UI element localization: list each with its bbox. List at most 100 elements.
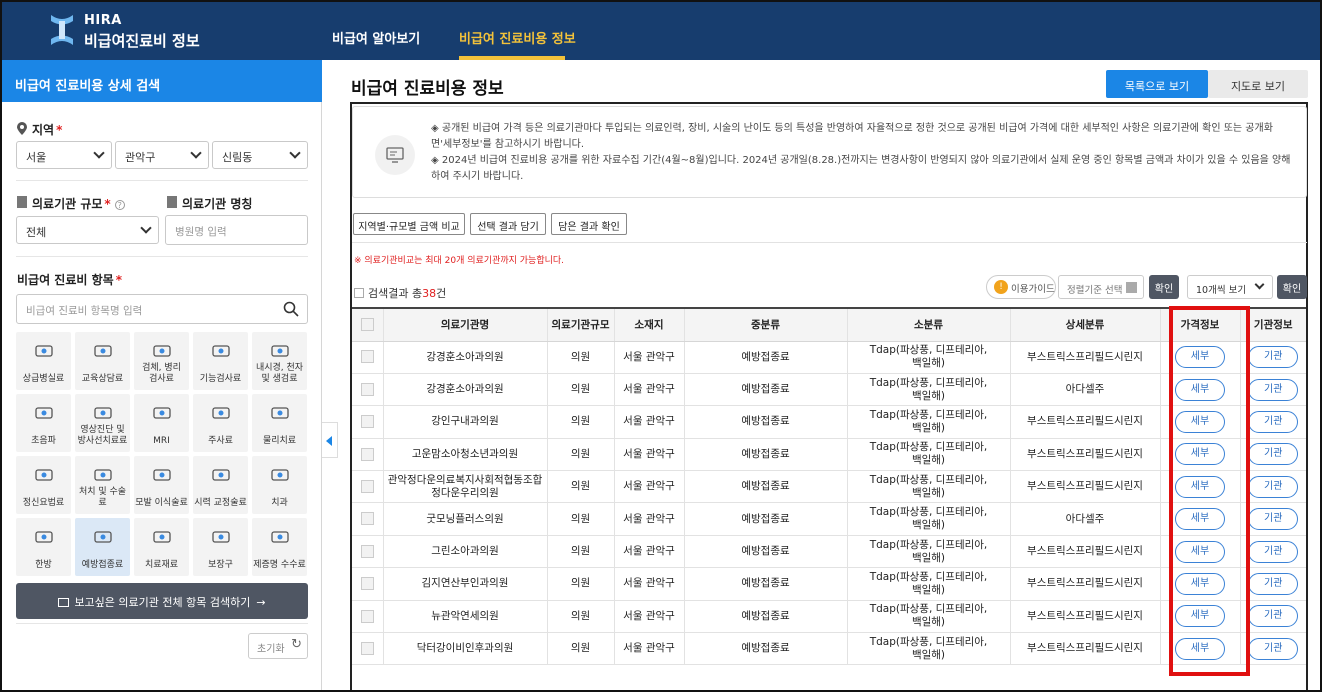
view-saved-button[interactable]: 담은 결과 확인 xyxy=(551,213,627,235)
mid-category: 예방접종료 xyxy=(683,567,847,601)
physio-icon xyxy=(269,403,291,423)
nav-nonbenefit-cost-info[interactable]: 비급여 진료비용 정보 xyxy=(459,28,576,47)
function-icon xyxy=(210,341,232,361)
category-radiology[interactable]: 영상진단 및 방사선치료료 xyxy=(75,394,130,452)
psych-icon xyxy=(33,465,55,485)
search-icon[interactable] xyxy=(283,301,299,317)
category-herb[interactable]: 한방 xyxy=(16,518,71,576)
search-all-items-button[interactable]: 보고싶은 의료기관 전체 항목 검색하기 → xyxy=(16,583,308,619)
surgery-icon xyxy=(92,465,114,485)
org-button[interactable]: 기관 xyxy=(1248,410,1299,433)
hospital-name: 굿모닝플러스의원 xyxy=(382,502,547,536)
category-certificate[interactable]: 제증명 수수료 xyxy=(252,518,307,576)
region-district-select[interactable]: 관악구 xyxy=(115,141,209,169)
list-icon xyxy=(354,288,364,298)
logo-main-text[interactable]: 비급여진료비 정보 xyxy=(84,30,200,51)
region-dong-select[interactable]: 신림동 xyxy=(212,141,308,169)
sidebar-collapse-toggle[interactable] xyxy=(322,422,338,458)
category-material[interactable]: 치료재료 xyxy=(134,518,189,576)
org-button[interactable]: 기관 xyxy=(1248,443,1299,466)
row-select-cell[interactable] xyxy=(352,405,383,439)
category-lab[interactable]: 검체, 병리 검사료 xyxy=(134,332,189,390)
sub-category: Tdap(파상풍, 디프테리아, 백일해) xyxy=(846,567,1010,601)
wheelchair-icon xyxy=(210,527,232,547)
category-vaccine[interactable]: 예방접종료 xyxy=(75,518,130,576)
map-view-button[interactable]: 지도로 보기 xyxy=(1208,70,1308,98)
help-icon[interactable]: ? xyxy=(114,200,125,210)
scale-select[interactable]: 전체 xyxy=(16,216,159,244)
per-page-confirm-button[interactable]: 확인 xyxy=(1277,275,1307,299)
detail-category: 부스트릭스프리필드시린지 xyxy=(1009,341,1160,374)
category-label: 처치 및 수술료 xyxy=(78,487,127,508)
org-button[interactable]: 기관 xyxy=(1248,508,1299,531)
sort-confirm-button[interactable]: 확인 xyxy=(1149,275,1179,299)
category-counsel[interactable]: 교육상담료 xyxy=(75,332,130,390)
row-checkbox[interactable] xyxy=(360,577,374,591)
compare-by-region-button[interactable]: 지역별·규모별 금액 비교 xyxy=(353,213,465,235)
category-label: 물리치료 xyxy=(262,436,297,446)
row-select-cell[interactable] xyxy=(352,567,383,601)
org-button[interactable]: 기관 xyxy=(1248,637,1299,660)
row-checkbox[interactable] xyxy=(360,415,374,429)
category-eye[interactable]: 시력 교정술료 xyxy=(193,456,248,514)
info-icon: ! xyxy=(994,280,1008,294)
row-select-cell[interactable] xyxy=(352,632,383,666)
category-function[interactable]: 기능검사료 xyxy=(193,332,248,390)
row-checkbox[interactable] xyxy=(360,382,374,396)
mri-icon xyxy=(151,403,173,423)
row-checkbox[interactable] xyxy=(360,512,374,526)
row-select-cell[interactable] xyxy=(352,502,383,536)
org-button[interactable]: 기관 xyxy=(1248,475,1299,498)
row-select-cell[interactable] xyxy=(352,470,383,504)
row-select-cell[interactable] xyxy=(352,600,383,634)
location-pin-icon xyxy=(17,122,27,135)
region-city-select[interactable]: 서울 xyxy=(16,141,112,169)
notice-text-2: ◈ 2024년 비급여 진료비용 공개를 위한 자료수집 기간(4월~8월)입니… xyxy=(431,155,1291,182)
row-checkbox[interactable] xyxy=(360,350,374,364)
row-select-cell[interactable] xyxy=(352,341,383,374)
sort-select[interactable]: 정렬기준 선택 xyxy=(1058,275,1144,299)
hospital-name-input[interactable]: 병원명 입력 xyxy=(165,215,308,245)
region-label: 지역 * xyxy=(32,123,63,137)
org-button[interactable]: 기관 xyxy=(1248,378,1299,401)
per-page-select[interactable]: 10개씩 보기 xyxy=(1187,275,1273,299)
add-selection-button[interactable]: 선택 결과 담기 xyxy=(470,213,546,235)
item-search-input[interactable]: 비급여 진료비 항목명 입력 xyxy=(16,294,308,324)
nav-nonbenefit-overview[interactable]: 비급여 알아보기 xyxy=(332,28,420,47)
select-all-checkbox[interactable] xyxy=(360,318,374,332)
category-surgery[interactable]: 처치 및 수술료 xyxy=(75,456,130,514)
category-ultrasound[interactable]: 초음파 xyxy=(16,394,71,452)
category-tooth[interactable]: 치과 xyxy=(252,456,307,514)
row-checkbox[interactable] xyxy=(360,609,374,623)
table-row: 김지연산부인과의원 의원 서울 관악구 예방접종료 Tdap(파상풍, 디프테리아, 백… xyxy=(352,567,1306,601)
category-psych[interactable]: 정신요법료 xyxy=(16,456,71,514)
row-select-cell[interactable] xyxy=(352,438,383,472)
row-select-cell[interactable] xyxy=(352,373,383,407)
category-injection[interactable]: 주사료 xyxy=(193,394,248,452)
building-icon xyxy=(17,196,27,208)
row-select-cell[interactable] xyxy=(352,535,383,569)
category-physio[interactable]: 물리치료 xyxy=(252,394,307,452)
category-wheelchair[interactable]: 보장구 xyxy=(193,518,248,576)
org-button[interactable]: 기관 xyxy=(1248,605,1299,628)
row-checkbox[interactable] xyxy=(360,447,374,461)
hospital-scale: 의원 xyxy=(546,632,614,666)
hospital-scale: 의원 xyxy=(546,438,614,472)
row-checkbox[interactable] xyxy=(360,480,374,493)
category-hair[interactable]: 모발 이식술료 xyxy=(134,456,189,514)
row-checkbox[interactable] xyxy=(360,641,374,655)
category-bed[interactable]: 상급병실료 xyxy=(16,332,71,390)
reset-button[interactable]: 초기화 ↻ xyxy=(248,633,308,659)
category-mri[interactable]: MRI xyxy=(134,394,189,452)
select-all-header[interactable] xyxy=(352,307,383,342)
list-view-button[interactable]: 목록으로 보기 xyxy=(1106,70,1208,98)
category-label: 교육상담료 xyxy=(81,374,124,384)
row-checkbox[interactable] xyxy=(360,544,374,558)
org-button[interactable]: 기관 xyxy=(1248,540,1299,563)
org-button[interactable]: 기관 xyxy=(1248,346,1299,369)
detail-category: 부스트릭스프리필드시린지 xyxy=(1009,632,1160,666)
category-endoscope[interactable]: 내시경, 천자 및 생검료 xyxy=(252,332,307,390)
usage-guide-button[interactable]: ! 이용가이드 xyxy=(986,275,1056,299)
col-name: 의료기관명 xyxy=(382,307,547,342)
org-button[interactable]: 기관 xyxy=(1248,572,1299,595)
